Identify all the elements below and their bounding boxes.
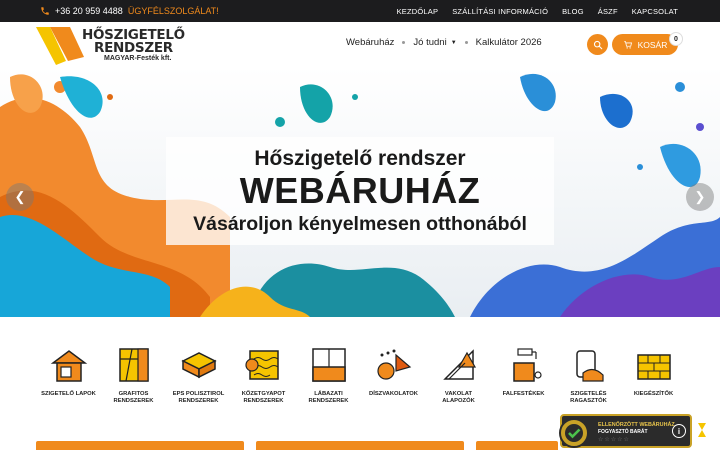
search-icon: [593, 40, 602, 49]
category-strip: SZIGETELŐ LAPOK GRAFITOS RENDSZEREK EPS …: [36, 345, 686, 415]
category-item[interactable]: KIEGÉSZÍTŐK: [621, 345, 686, 415]
chevron-left-icon: ❮: [14, 189, 26, 204]
nav-webshop[interactable]: Webáruház: [346, 37, 394, 48]
hero-title: Hőszigetelő rendszer: [254, 147, 466, 170]
trust-badge-title: ELLENŐRZÖTT WEBÁRUHÁZ: [598, 422, 675, 428]
category-label: FALFESTÉKEK: [502, 391, 545, 397]
category-item[interactable]: FALFESTÉKEK: [491, 345, 556, 415]
category-label: SZIGETELÉS RAGASZTÓK: [570, 391, 607, 405]
category-label: DÍSZVAKOLATOK: [369, 391, 418, 397]
category-label: SZIGETELŐ LAPOK: [41, 391, 96, 397]
category-label: GRAFITOS RENDSZEREK: [113, 391, 154, 405]
primer-trowel-icon: [442, 349, 476, 380]
logo-line3: MAGYAR-Festék kft.: [104, 55, 172, 62]
trust-badge[interactable]: ELLENŐRZÖTT WEBÁRUHÁZ FOGYASZTÓ BARÁT ☆☆…: [559, 414, 692, 448]
hero-headline: WEBÁRUHÁZ: [239, 170, 481, 211]
category-item[interactable]: KŐZETGYAPOT RENDSZEREK: [231, 345, 296, 415]
eps-board-icon: [180, 352, 217, 379]
category-label: LÁBAZATI RENDSZEREK: [308, 391, 349, 405]
side-tab[interactable]: [696, 420, 708, 440]
side-tab-icon: [698, 423, 706, 437]
category-label: KŐZETGYAPOT RENDSZEREK: [241, 391, 286, 405]
phone-icon: [41, 7, 49, 15]
contact-info[interactable]: +36 20 959 4488 ÜGYFÉLSZOLGÁLAT!: [40, 6, 219, 16]
house-icon: [50, 350, 87, 382]
site-logo[interactable]: HŐSZIGETELŐ RENDSZER MAGYAR-Festék kft.: [36, 27, 206, 65]
chevron-right-icon: ❯: [694, 189, 706, 204]
plinth-icon: [311, 348, 346, 382]
nav-separator: [464, 41, 468, 44]
slider-next-button[interactable]: ❯: [686, 183, 714, 211]
nav-calculator[interactable]: Kalkulátor 2026: [476, 37, 542, 48]
adhesive-bag-icon: [575, 350, 604, 382]
category-item[interactable]: SZIGETELÉS RAGASZTÓK: [556, 345, 621, 415]
chevron-down-icon: ▼: [450, 39, 457, 46]
logo-line2: RENDSZER: [94, 40, 173, 56]
customer-service-label: ÜGYFÉLSZOLGÁLAT!: [127, 6, 219, 16]
top-menu-blog[interactable]: BLOG: [562, 7, 584, 16]
top-menu-contact[interactable]: KAPCSOLAT: [632, 7, 678, 16]
info-icon[interactable]: i: [672, 424, 686, 438]
category-item[interactable]: LÁBAZATI RENDSZEREK: [296, 345, 361, 415]
top-menu: KEZDŐLAP SZÁLLÍTÁSI INFORMÁCIÓ BLOG ÁSZF…: [397, 7, 678, 16]
phone-number[interactable]: +36 20 959 4488: [55, 6, 123, 16]
top-menu-home[interactable]: KEZDŐLAP: [397, 7, 439, 16]
category-item[interactable]: VAKOLAT ALAPOZÓK: [426, 345, 491, 415]
slider-prev-button[interactable]: ❮: [6, 183, 34, 211]
category-label: EPS POLISZTIROL RENDSZEREK: [172, 391, 225, 405]
verified-seal-icon: [559, 418, 589, 448]
nav-good-to-know-label: Jó tudni: [413, 37, 447, 48]
cart-icon: [623, 40, 632, 49]
graphite-panel-icon: [118, 348, 149, 382]
category-item[interactable]: EPS POLISZTIROL RENDSZEREK: [166, 345, 231, 415]
top-menu-terms[interactable]: ÁSZF: [598, 7, 618, 16]
brick-wall-icon: [636, 354, 671, 380]
cart-count-badge: 0: [669, 32, 683, 46]
hero-subtitle: Vásároljon kényelmesen otthonából: [193, 213, 527, 235]
search-button[interactable]: [587, 34, 608, 55]
rating-stars: ☆☆☆☆☆: [598, 437, 630, 443]
nav-good-to-know[interactable]: Jó tudni ▼: [413, 37, 456, 48]
hero-slider: Hőszigetelő rendszer WEBÁRUHÁZ Vásároljo…: [0, 67, 720, 317]
product-card[interactable]: [36, 441, 244, 450]
category-label: VAKOLAT ALAPOZÓK: [442, 391, 475, 405]
rockwool-roll-icon: [244, 350, 279, 380]
product-card[interactable]: [476, 441, 558, 450]
category-item[interactable]: SZIGETELŐ LAPOK: [36, 345, 101, 415]
nav-separator: [402, 41, 406, 44]
trust-badge-subtitle: FOGYASZTÓ BARÁT: [598, 429, 648, 435]
decorative-plaster-icon: [376, 349, 411, 380]
category-label: KIEGÉSZÍTŐK: [633, 391, 674, 397]
paint-roller-icon: [512, 348, 542, 382]
top-bar: +36 20 959 4488 ÜGYFÉLSZOLGÁLAT! KEZDŐLA…: [0, 0, 720, 22]
top-menu-shipping[interactable]: SZÁLLÍTÁSI INFORMÁCIÓ: [452, 7, 548, 16]
main-header: HŐSZIGETELŐ RENDSZER MAGYAR-Festék kft. …: [0, 22, 720, 67]
main-nav: Webáruház Jó tudni ▼ Kalkulátor 2026: [346, 37, 542, 48]
cart-label: KOSÁR: [637, 39, 668, 50]
category-item[interactable]: DÍSZVAKOLATOK: [361, 345, 426, 415]
category-item[interactable]: GRAFITOS RENDSZEREK: [101, 345, 166, 415]
product-card[interactable]: [256, 441, 464, 450]
